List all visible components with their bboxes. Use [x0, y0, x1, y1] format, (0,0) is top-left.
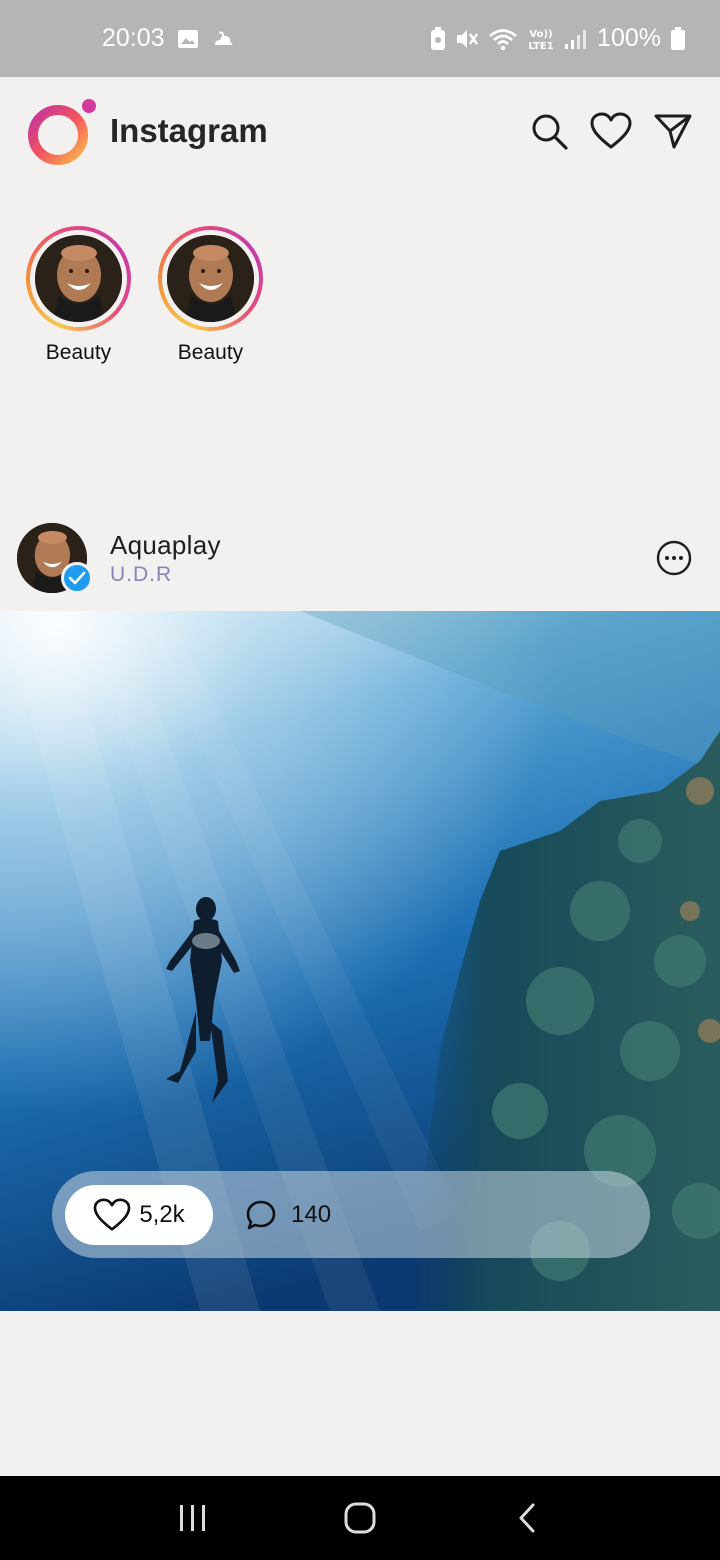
like-button[interactable]: 5,2k	[65, 1184, 213, 1245]
post-header: Aquaplay U.D.R	[17, 522, 703, 594]
image-icon	[177, 29, 198, 48]
back-icon	[519, 1503, 535, 1533]
story-item[interactable]: Beauty	[26, 226, 131, 365]
battery-percent: 100%	[597, 24, 661, 52]
messages-button[interactable]	[652, 110, 694, 152]
battery-saver-icon	[431, 26, 446, 50]
avatar	[35, 235, 122, 322]
signal-icon	[565, 29, 587, 49]
battery-icon	[671, 26, 685, 50]
post-avatar[interactable]	[17, 523, 93, 594]
story-ring	[26, 226, 131, 331]
heart-icon	[590, 112, 632, 149]
recent-apps-button[interactable]	[163, 1488, 223, 1548]
home-icon	[344, 1502, 376, 1534]
system-nav-bar	[0, 1476, 720, 1560]
send-icon	[654, 114, 692, 149]
comment-count: 140	[291, 1200, 332, 1228]
app-header: Instagram	[0, 77, 720, 185]
post-subtitle: U.D.R	[110, 562, 173, 586]
weather-icon	[214, 30, 232, 45]
engagement-bar: 5,2k 140	[52, 1171, 650, 1258]
activity-button[interactable]	[590, 110, 632, 152]
stories-row: Beauty Beauty	[26, 226, 263, 365]
story-ring	[158, 226, 263, 331]
recent-apps-icon	[180, 1505, 206, 1531]
status-bar: 20:03 Vo)) LTE1 100%	[0, 0, 720, 77]
home-button[interactable]	[330, 1488, 390, 1548]
back-button[interactable]	[497, 1488, 557, 1548]
mute-icon	[457, 29, 479, 48]
avatar	[167, 235, 254, 322]
comment-button[interactable]: 140	[245, 1199, 331, 1231]
status-time: 20:03	[102, 24, 165, 52]
like-count: 5,2k	[139, 1200, 185, 1228]
svg-text:Vo)): Vo))	[529, 29, 552, 40]
app-logo	[26, 95, 98, 167]
post-username[interactable]: Aquaplay	[110, 530, 221, 561]
story-label: Beauty	[45, 341, 112, 364]
comment-icon	[246, 1200, 276, 1229]
story-item[interactable]: Beauty	[158, 226, 263, 365]
more-icon	[656, 540, 692, 576]
volte-icon: Vo))LTE1	[528, 29, 553, 52]
verified-icon	[61, 562, 93, 594]
more-options-button[interactable]	[656, 540, 692, 576]
heart-icon	[93, 1197, 131, 1231]
svg-text:LTE1: LTE1	[528, 41, 553, 52]
app-title: Instagram	[110, 112, 268, 149]
search-button[interactable]	[528, 110, 570, 152]
wifi-icon	[489, 28, 517, 50]
search-icon	[532, 114, 568, 150]
story-label: Beauty	[177, 341, 244, 364]
